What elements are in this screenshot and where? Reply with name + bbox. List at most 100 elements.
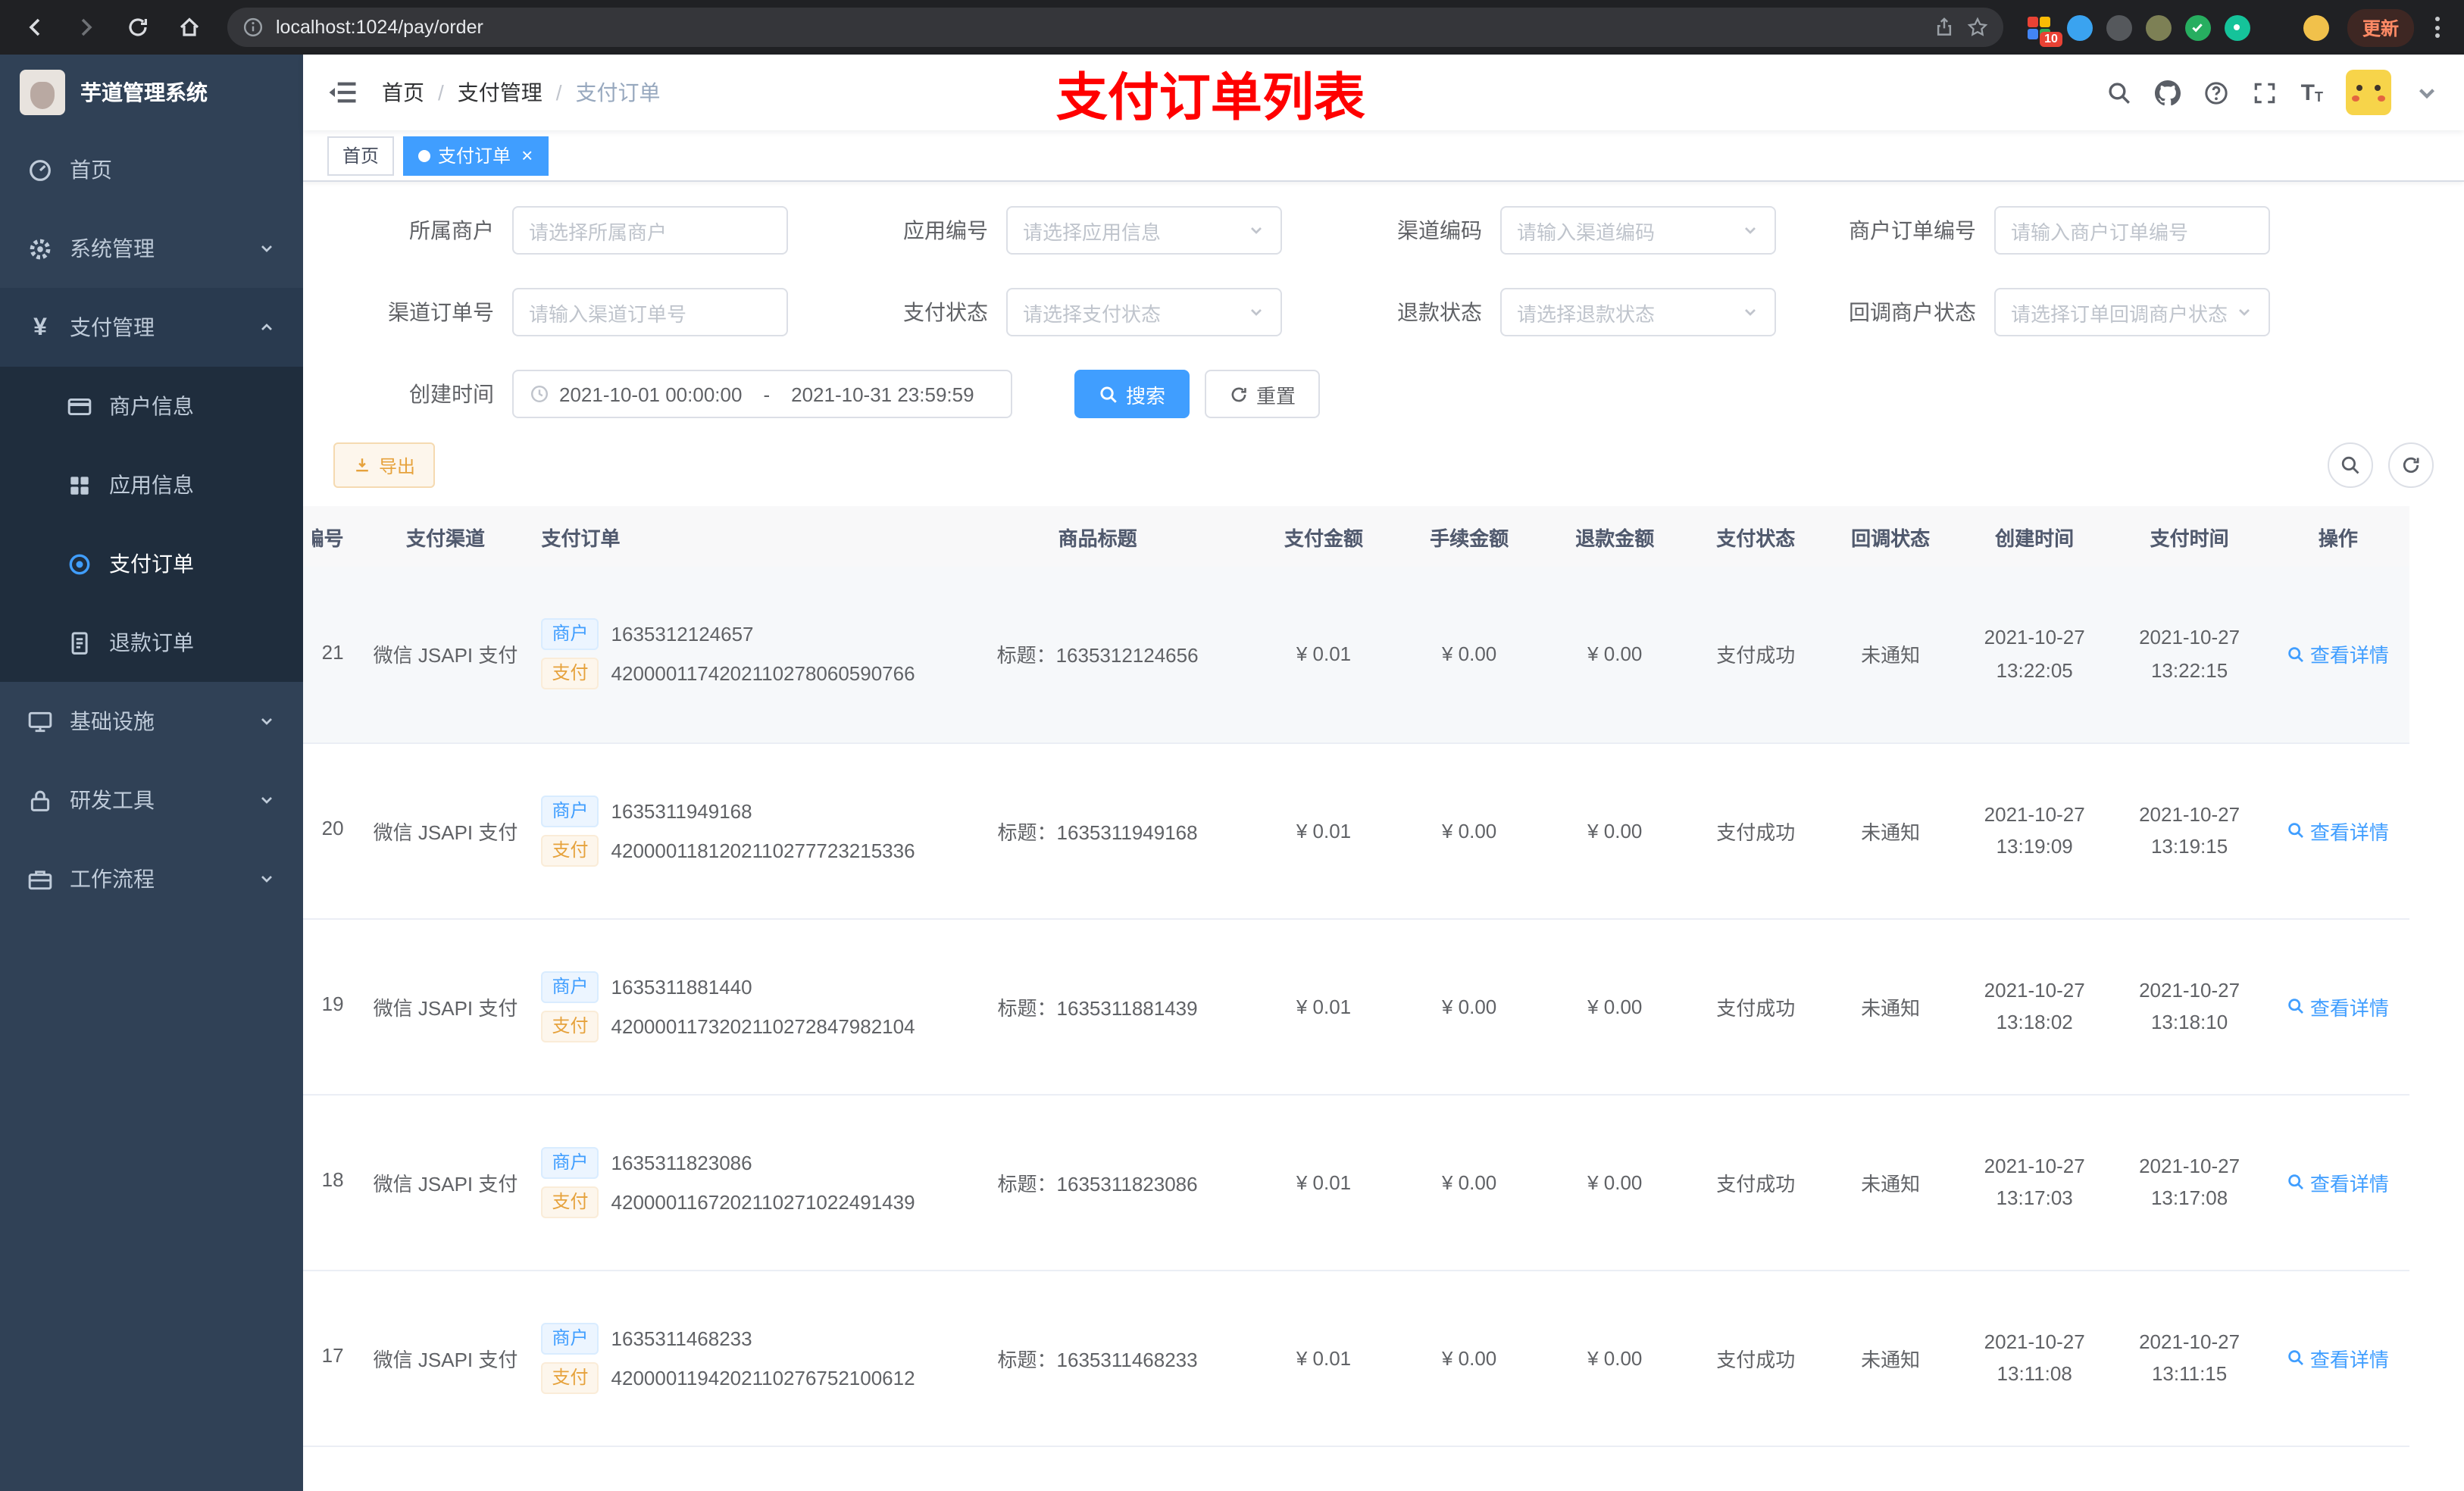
sidebar-item-infra[interactable]: 基础设施: [0, 682, 303, 761]
sidebar-item-devtools[interactable]: 研发工具: [0, 761, 303, 839]
notify-status-cell: 未通知: [1824, 567, 1957, 743]
toggle-search-icon[interactable]: [2328, 442, 2373, 488]
table-row[interactable]: 17 微信 JSAPI 支付 商户 1635311468233 支付 42000…: [303, 1270, 2409, 1446]
site-info-icon[interactable]: [242, 17, 264, 38]
table-header-row: 编号 支付渠道 支付订单 商品标题 支付金额 手续金额 退款金额 支付状态 回调…: [303, 506, 2409, 567]
refund-status-select[interactable]: 请选择退款状态: [1500, 288, 1776, 336]
user-menu-caret-icon[interactable]: [2414, 80, 2440, 105]
channel-code-select[interactable]: 请输入渠道编码: [1500, 206, 1776, 255]
breadcrumb-pay[interactable]: 支付管理: [458, 77, 543, 108]
table-row-partial[interactable]: 商户 163531135736: [303, 1446, 2409, 1491]
table-refresh-icon[interactable]: [2388, 442, 2434, 488]
tag-close-icon[interactable]: ×: [521, 145, 533, 165]
col-header-id: 编号: [303, 506, 359, 567]
search-icon[interactable]: [2107, 80, 2133, 105]
profile-avatar-icon[interactable]: [2303, 14, 2329, 40]
view-detail-link[interactable]: 查看详情: [2287, 816, 2389, 845]
notify-status-select[interactable]: 请选择订单回调商户状态: [1994, 288, 2270, 336]
search-icon: [2289, 999, 2304, 1014]
merchant-order-no: 1635311881440: [611, 975, 752, 998]
app-id-select[interactable]: 请选择应用信息: [1006, 206, 1282, 255]
merchant-order-no: 1635311468233: [611, 1327, 752, 1349]
url-text[interactable]: localhost:1024/pay/order: [276, 17, 483, 38]
date-end[interactable]: 2021-10-31 23:59:59: [791, 383, 974, 405]
sidebar-fold-icon[interactable]: [327, 77, 358, 108]
extension-check-icon[interactable]: [2184, 14, 2211, 40]
help-icon[interactable]: [2204, 80, 2230, 105]
merchant-order-no: 1635311949168: [611, 799, 752, 822]
sidebar-item-workflow[interactable]: 工作流程: [0, 839, 303, 918]
github-icon[interactable]: [2155, 80, 2181, 105]
sidebar-item-system[interactable]: 系统管理: [0, 209, 303, 288]
back-icon[interactable]: [15, 8, 55, 47]
font-size-icon[interactable]: TT: [2301, 81, 2323, 104]
notify-status-cell: 未通知: [1824, 1094, 1957, 1271]
table-row[interactable]: 21 微信 JSAPI 支付 商户 1635312124657 支付 42000…: [303, 567, 2409, 743]
merchant-select[interactable]: 请选择所属商户: [512, 206, 788, 255]
extension-pinwheel-icon[interactable]: 10: [2027, 14, 2062, 46]
extension-olive-icon[interactable]: [2145, 14, 2172, 40]
browser-menu-icon[interactable]: [2426, 11, 2449, 44]
breadcrumb-home[interactable]: 首页: [382, 77, 424, 108]
extension-drop-icon[interactable]: [2066, 14, 2093, 40]
actions-cell: 查看详情: [2266, 1270, 2409, 1446]
tags-view-bar: 首页 支付订单 ×: [303, 130, 2464, 182]
view-detail-link[interactable]: 查看详情: [2287, 640, 2389, 669]
view-detail-link[interactable]: 查看详情: [2287, 1343, 2389, 1372]
reset-button[interactable]: 重置: [1205, 370, 1321, 418]
extension-pin-icon[interactable]: [2264, 14, 2290, 40]
reload-icon[interactable]: [118, 8, 158, 47]
forward-icon[interactable]: [67, 8, 106, 47]
share-icon[interactable]: [1934, 17, 1955, 38]
sidebar-item-merchant-info[interactable]: 商户信息: [0, 367, 303, 445]
fee-amount-cell: ¥ 0.00: [1396, 918, 1543, 1095]
bookmark-star-icon[interactable]: [1967, 17, 1988, 38]
pay-amount-cell: ¥ 0.01: [1250, 1270, 1397, 1446]
date-start[interactable]: 2021-10-01 00:00:00: [559, 383, 742, 405]
search-icon: [2289, 1350, 2304, 1365]
home-icon[interactable]: [170, 8, 209, 47]
export-button[interactable]: 导出: [333, 442, 436, 488]
col-header-amount: 支付金额: [1250, 506, 1397, 567]
search-button[interactable]: 搜索: [1074, 370, 1190, 418]
table-row[interactable]: 18 微信 JSAPI 支付 商户 1635311823086 支付 42000…: [303, 1094, 2409, 1271]
pay-status-cell: 支付成功: [1687, 1094, 1825, 1271]
sidebar-item-app-info[interactable]: 应用信息: [0, 445, 303, 524]
product-title-cell: 标题：1635312124656: [944, 567, 1251, 743]
filter-form: 所属商户 请选择所属商户 应用编号 请选择应用信息 渠道编码 请输入渠道编码 商…: [303, 182, 2464, 418]
sidebar-item-payment[interactable]: ¥ 支付管理: [0, 288, 303, 367]
pay-time-cell: 2021-10-27 13:18:10: [2112, 918, 2267, 1095]
pay-status-select[interactable]: 请选择支付状态: [1006, 288, 1282, 336]
search-icon: [2289, 823, 2304, 838]
tag-home[interactable]: 首页: [327, 136, 395, 175]
extension-chat-icon[interactable]: [2224, 14, 2250, 40]
table-row[interactable]: 20 微信 JSAPI 支付 商户 1635311949168 支付 42000…: [303, 742, 2409, 919]
extension-dark-icon[interactable]: [2106, 14, 2132, 40]
filter-label: 回调商户状态: [1849, 300, 1976, 324]
merchant-order-no-input[interactable]: 请输入商户订单编号: [1994, 206, 2270, 255]
tag-pay-order[interactable]: 支付订单 ×: [403, 136, 549, 175]
product-title-cell: 标题：1635311468233: [944, 1270, 1251, 1446]
user-avatar[interactable]: [2346, 70, 2391, 115]
address-bar[interactable]: localhost:1024/pay/order: [227, 8, 2003, 47]
view-detail-link[interactable]: 查看详情: [2287, 992, 2389, 1021]
sidebar-item-label: 系统管理: [70, 236, 155, 261]
col-header-title: 商品标题: [944, 506, 1251, 567]
actions-cell: 查看详情: [2266, 918, 2409, 1095]
breadcrumb-current: 支付订单: [575, 80, 661, 105]
table-row[interactable]: 19 微信 JSAPI 支付 商户 1635311881440 支付 42000…: [303, 918, 2409, 1095]
view-detail-link[interactable]: 查看详情: [2287, 1167, 2389, 1196]
lock-icon: [30, 789, 50, 811]
fullscreen-icon[interactable]: [2253, 80, 2278, 105]
sidebar-item-pay-order[interactable]: 支付订单: [0, 524, 303, 603]
date-separator: -: [763, 383, 771, 405]
create-time-range-picker[interactable]: 2021-10-01 00:00:00 - 2021-10-31 23:59:5…: [512, 370, 1012, 418]
channel-order-no: 4200001194202110276752100612: [611, 1366, 915, 1389]
channel-order-no-input[interactable]: 请输入渠道订单号: [512, 288, 788, 336]
filter-label: 渠道编码: [1397, 218, 1482, 242]
pay-order-cell: 商户 1635312124657 支付 42000011742021102780…: [532, 567, 945, 743]
sidebar-item-home[interactable]: 首页: [0, 130, 303, 209]
sidebar-item-refund-order[interactable]: 退款订单: [0, 603, 303, 682]
pay-channel-cell: 微信 JSAPI 支付: [358, 567, 533, 743]
browser-update-button[interactable]: 更新: [2347, 8, 2414, 46]
